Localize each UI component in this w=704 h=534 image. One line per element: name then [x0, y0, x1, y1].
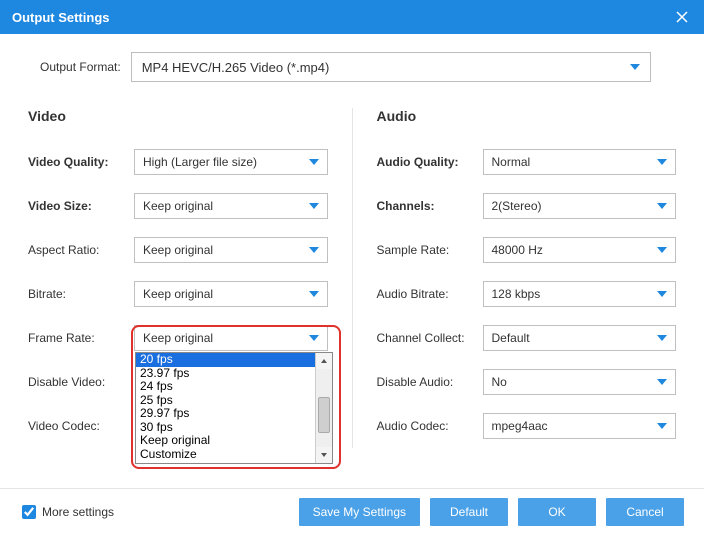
sample-rate-value: 48000 Hz	[492, 243, 543, 257]
video-quality-label: Video Quality:	[28, 155, 134, 169]
frame-rate-option[interactable]: Keep original	[136, 434, 315, 448]
audio-codec-value: mpeg4aac	[492, 419, 548, 433]
ok-button[interactable]: OK	[518, 498, 596, 526]
audio-quality-label: Audio Quality:	[377, 155, 483, 169]
video-bitrate-label: Bitrate:	[28, 287, 134, 301]
close-icon	[676, 11, 688, 23]
video-codec-label: Video Codec:	[28, 419, 134, 433]
chevron-down-icon	[309, 291, 319, 297]
output-format-select[interactable]: MP4 HEVC/H.265 Video (*.mp4)	[131, 52, 651, 82]
more-settings-checkbox[interactable]: More settings	[22, 505, 114, 519]
dropdown-scrollbar[interactable]	[315, 353, 332, 463]
frame-rate-option-list: 20 fps23.97 fps24 fps25 fps29.97 fps30 f…	[136, 353, 315, 463]
video-size-label: Video Size:	[28, 199, 134, 213]
chevron-down-icon	[657, 423, 667, 429]
video-heading: Video	[28, 108, 328, 124]
content-area: Output Format: MP4 HEVC/H.265 Video (*.m…	[0, 34, 704, 448]
close-button[interactable]	[672, 7, 692, 27]
channels-select[interactable]: 2(Stereo)	[483, 193, 677, 219]
output-format-row: Output Format: MP4 HEVC/H.265 Video (*.m…	[40, 52, 676, 82]
chevron-down-icon	[657, 203, 667, 209]
frame-rate-dropdown[interactable]: 20 fps23.97 fps24 fps25 fps29.97 fps30 f…	[135, 352, 333, 464]
output-format-label: Output Format:	[40, 60, 121, 74]
frame-rate-option[interactable]: 24 fps	[136, 380, 315, 394]
dialog-title: Output Settings	[12, 10, 110, 25]
aspect-ratio-select[interactable]: Keep original	[134, 237, 328, 263]
output-format-value: MP4 HEVC/H.265 Video (*.mp4)	[142, 60, 330, 75]
disable-audio-value: No	[492, 375, 507, 389]
frame-rate-select[interactable]: Keep original	[134, 325, 328, 351]
frame-rate-value: Keep original	[143, 331, 213, 345]
chevron-down-icon	[309, 159, 319, 165]
video-size-value: Keep original	[143, 199, 213, 213]
channels-value: 2(Stereo)	[492, 199, 542, 213]
chevron-down-icon	[657, 379, 667, 385]
frame-rate-option[interactable]: 23.97 fps	[136, 367, 315, 381]
audio-section: Audio Audio Quality: Normal Channels: 2(…	[353, 108, 677, 448]
chevron-down-icon	[657, 159, 667, 165]
more-settings-input[interactable]	[22, 505, 36, 519]
footer: More settings Save My Settings Default O…	[0, 488, 704, 534]
audio-quality-value: Normal	[492, 155, 531, 169]
sample-rate-select[interactable]: 48000 Hz	[483, 237, 677, 263]
video-bitrate-value: Keep original	[143, 287, 213, 301]
frame-rate-option[interactable]: 30 fps	[136, 421, 315, 435]
audio-heading: Audio	[377, 108, 677, 124]
channel-collect-value: Default	[492, 331, 530, 345]
audio-bitrate-value: 128 kbps	[492, 287, 541, 301]
channel-collect-select[interactable]: Default	[483, 325, 677, 351]
audio-bitrate-select[interactable]: 128 kbps	[483, 281, 677, 307]
chevron-down-icon	[309, 203, 319, 209]
chevron-down-icon	[657, 291, 667, 297]
chevron-down-icon	[630, 64, 640, 70]
audio-bitrate-label: Audio Bitrate:	[377, 287, 483, 301]
scroll-thumb[interactable]	[318, 397, 330, 433]
more-settings-label: More settings	[42, 505, 114, 519]
frame-rate-option[interactable]: 29.97 fps	[136, 407, 315, 421]
scroll-up-button[interactable]	[316, 353, 332, 369]
default-button[interactable]: Default	[430, 498, 508, 526]
audio-quality-select[interactable]: Normal	[483, 149, 677, 175]
frame-rate-option[interactable]: 25 fps	[136, 394, 315, 408]
chevron-down-icon	[657, 247, 667, 253]
disable-audio-select[interactable]: No	[483, 369, 677, 395]
channel-collect-label: Channel Collect:	[377, 331, 483, 345]
frame-rate-option[interactable]: 20 fps	[136, 353, 315, 367]
chevron-down-icon	[309, 247, 319, 253]
frame-rate-label: Frame Rate:	[28, 331, 134, 345]
chevron-down-icon	[657, 335, 667, 341]
video-quality-value: High (Larger file size)	[143, 155, 257, 169]
scroll-track[interactable]	[316, 369, 332, 447]
save-my-settings-button[interactable]: Save My Settings	[299, 498, 420, 526]
audio-codec-select[interactable]: mpeg4aac	[483, 413, 677, 439]
aspect-ratio-value: Keep original	[143, 243, 213, 257]
cancel-button[interactable]: Cancel	[606, 498, 684, 526]
audio-codec-label: Audio Codec:	[377, 419, 483, 433]
sample-rate-label: Sample Rate:	[377, 243, 483, 257]
disable-audio-label: Disable Audio:	[377, 375, 483, 389]
video-quality-select[interactable]: High (Larger file size)	[134, 149, 328, 175]
disable-video-label: Disable Video:	[28, 375, 134, 389]
title-bar: Output Settings	[0, 0, 704, 34]
frame-rate-option[interactable]: Customize	[136, 448, 315, 462]
scroll-down-button[interactable]	[316, 447, 332, 463]
video-size-select[interactable]: Keep original	[134, 193, 328, 219]
channels-label: Channels:	[377, 199, 483, 213]
chevron-down-icon	[309, 335, 319, 341]
video-bitrate-select[interactable]: Keep original	[134, 281, 328, 307]
aspect-ratio-label: Aspect Ratio:	[28, 243, 134, 257]
